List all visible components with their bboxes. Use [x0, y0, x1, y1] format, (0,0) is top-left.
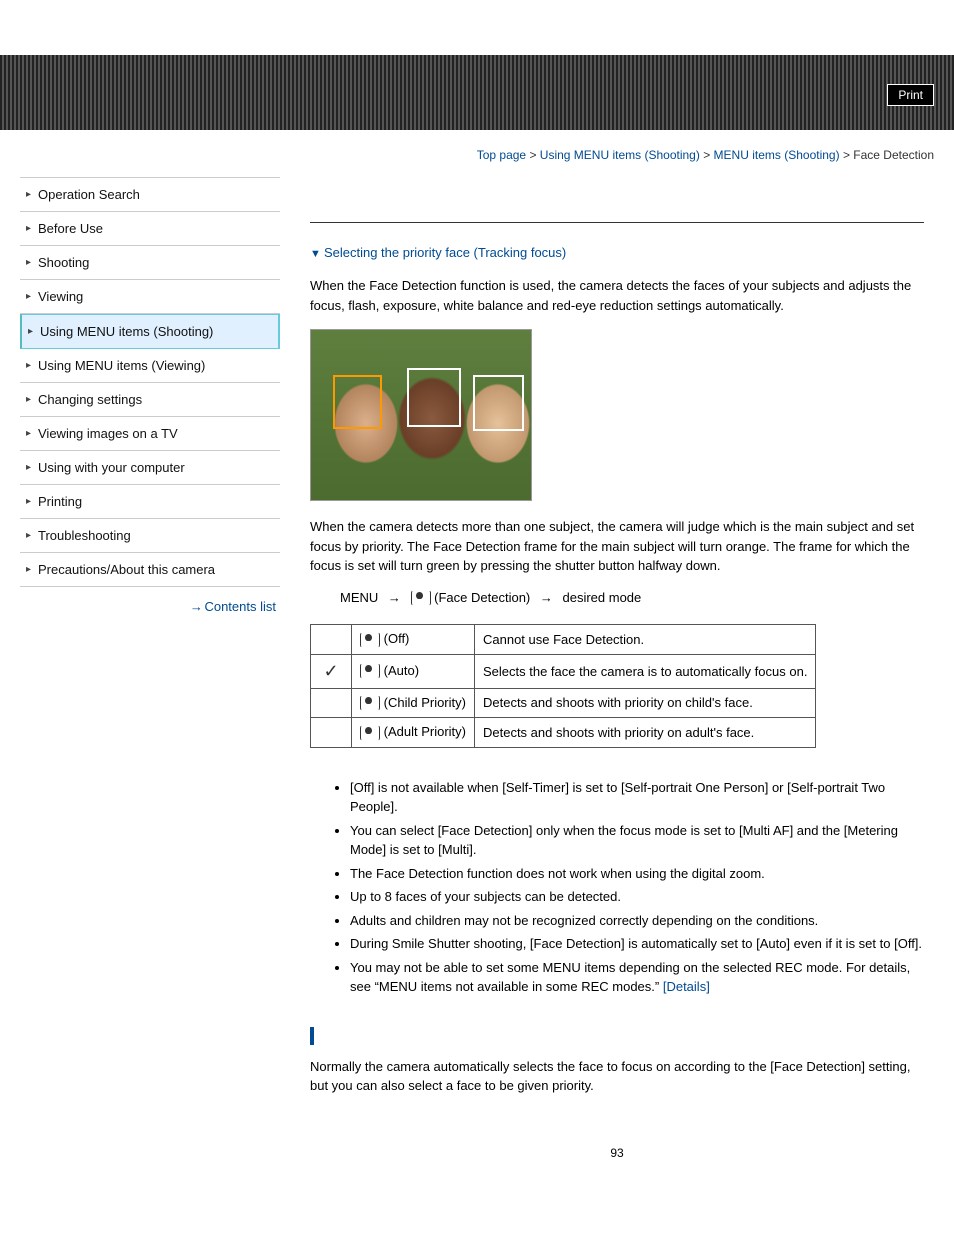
mode-label: (Adult Priority): [352, 718, 475, 748]
list-item: The Face Detection function does not wor…: [350, 864, 924, 884]
list-item: [Off] is not available when [Self-Timer]…: [350, 778, 924, 817]
sidebar-item-changing-settings[interactable]: Changing settings: [20, 383, 280, 417]
list-item: You can select [Face Detection] only whe…: [350, 821, 924, 860]
sidebar-item-precautions[interactable]: Precautions/About this camera: [20, 553, 280, 587]
arrow-icon: →: [388, 590, 401, 605]
table-row: (Off) Cannot use Face Detection.: [311, 625, 816, 655]
mode-label: (Child Priority): [352, 688, 475, 718]
section-rule: [310, 222, 924, 223]
main-content: Selecting the priority face (Tracking fo…: [310, 162, 934, 1160]
contents-list-link[interactable]: Contents list: [204, 599, 276, 614]
notes-list: [Off] is not available when [Self-Timer]…: [310, 778, 924, 997]
print-button[interactable]: Print: [887, 84, 934, 106]
breadcrumb-current: Face Detection: [853, 148, 934, 162]
breadcrumb-level2[interactable]: MENU items (Shooting): [714, 148, 840, 162]
list-item: During Smile Shutter shooting, [Face Det…: [350, 934, 924, 954]
mode-label: (Off): [352, 625, 475, 655]
header-banner: Print: [0, 55, 954, 130]
mode-desc: Detects and shoots with priority on chil…: [474, 688, 815, 718]
face-adult-icon: [360, 725, 380, 741]
check-cell: ✓: [311, 654, 352, 688]
check-cell: [311, 688, 352, 718]
face-child-icon: [360, 695, 380, 711]
breadcrumb-top[interactable]: Top page: [477, 148, 526, 162]
arrow-icon: →: [540, 590, 553, 605]
sidebar-item-shooting[interactable]: Shooting: [20, 246, 280, 280]
step-menu: MENU: [340, 590, 378, 605]
section-divider: [310, 1027, 924, 1045]
breadcrumb: Top page > Using MENU items (Shooting) >…: [0, 130, 954, 162]
paragraph-2: When the camera detects more than one su…: [310, 517, 924, 576]
list-item: You may not be able to set some MENU ite…: [350, 958, 924, 997]
mode-label: (Auto): [352, 654, 475, 688]
details-link[interactable]: [Details]: [663, 979, 710, 994]
sample-image: [310, 329, 532, 501]
sidebar-item-troubleshooting[interactable]: Troubleshooting: [20, 519, 280, 553]
sidebar-item-tv[interactable]: Viewing images on a TV: [20, 417, 280, 451]
sidebar-item-before-use[interactable]: Before Use: [20, 212, 280, 246]
sidebar-item-viewing[interactable]: Viewing: [20, 280, 280, 314]
list-item: Up to 8 faces of your subjects can be de…: [350, 887, 924, 907]
check-cell: [311, 718, 352, 748]
table-row: ✓ (Auto) Selects the face the camera is …: [311, 654, 816, 688]
breadcrumb-level1[interactable]: Using MENU items (Shooting): [540, 148, 700, 162]
page-number: 93: [310, 1146, 924, 1160]
focus-frame-white-1: [407, 368, 461, 427]
mode-desc: Selects the face the camera is to automa…: [474, 654, 815, 688]
check-cell: [311, 625, 352, 655]
focus-frame-white-2: [473, 375, 524, 431]
checkmark-icon: ✓: [323, 661, 338, 681]
options-table: (Off) Cannot use Face Detection. ✓ (Auto…: [310, 624, 816, 748]
sidebar-item-operation-search[interactable]: Operation Search: [20, 178, 280, 212]
face-auto-icon: [360, 663, 380, 679]
sidebar-item-computer[interactable]: Using with your computer: [20, 451, 280, 485]
mode-desc: Detects and shoots with priority on adul…: [474, 718, 815, 748]
face-detection-icon: [411, 590, 431, 606]
focus-frame-orange: [333, 375, 382, 429]
face-off-icon: [360, 632, 380, 648]
mode-desc: Cannot use Face Detection.: [474, 625, 815, 655]
sidebar-item-menu-viewing[interactable]: Using MENU items (Viewing): [20, 349, 280, 383]
section2-paragraph: Normally the camera automatically select…: [310, 1057, 924, 1096]
table-row: (Adult Priority) Detects and shoots with…: [311, 718, 816, 748]
sidebar-nav: Operation Search Before Use Shooting Vie…: [20, 177, 280, 614]
step-desired-mode: desired mode: [563, 590, 642, 605]
intro-paragraph: When the Face Detection function is used…: [310, 276, 924, 315]
list-item: Adults and children may not be recognize…: [350, 911, 924, 931]
operation-steps: MENU → (Face Detection) → desired mode: [340, 590, 924, 607]
toc-link-priority-face[interactable]: Selecting the priority face (Tracking fo…: [310, 245, 566, 260]
table-row: (Child Priority) Detects and shoots with…: [311, 688, 816, 718]
sidebar-item-menu-shooting[interactable]: Using MENU items (Shooting): [20, 314, 280, 349]
step-face-detection: (Face Detection): [434, 590, 530, 605]
arrow-right-icon: →: [190, 599, 201, 614]
sidebar-item-printing[interactable]: Printing: [20, 485, 280, 519]
